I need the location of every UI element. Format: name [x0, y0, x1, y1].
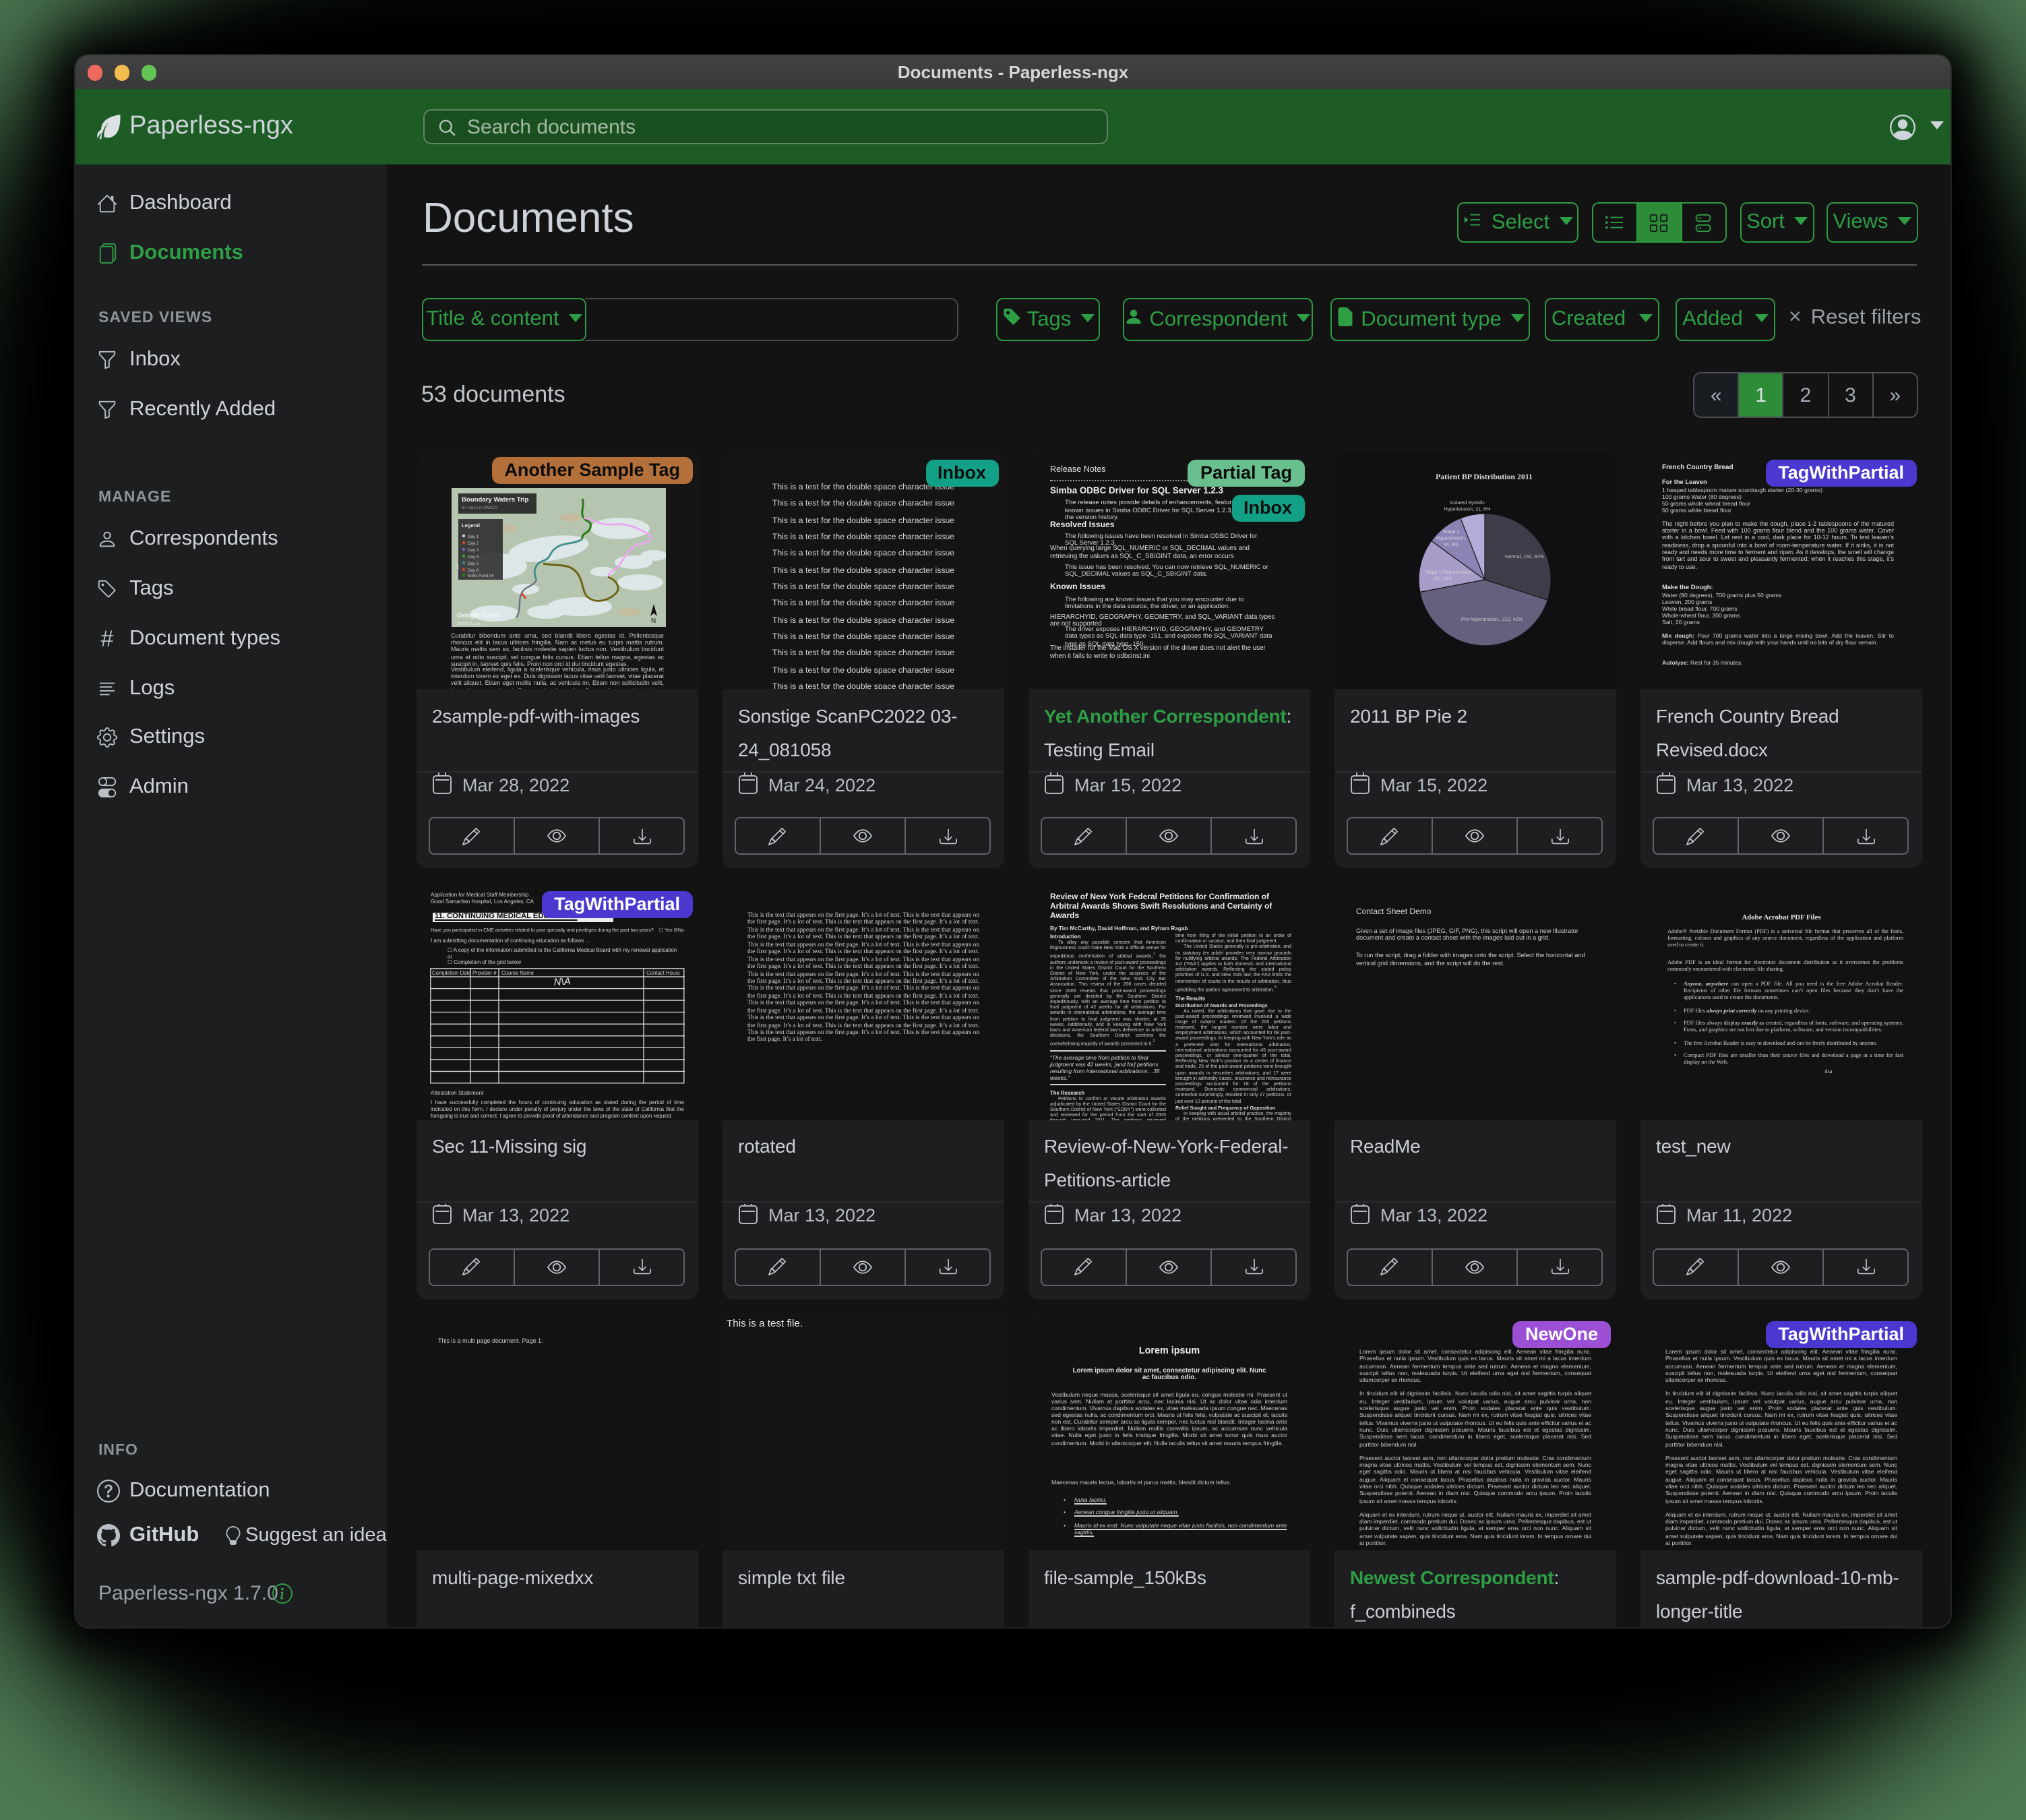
svg-text:N\A: N\A — [553, 975, 571, 988]
svg-text:Stage 1 Hypertension,: Stage 1 Hypertension, — [1425, 568, 1473, 574]
svg-text:Provider #: Provider # — [472, 970, 497, 976]
svg-text:Day 3: Day 3 — [467, 547, 479, 552]
svg-text:Hypertension,: Hypertension, — [1436, 534, 1466, 540]
svg-text:Patient BP Distribution 2011: Patient BP Distribution 2011 — [1436, 471, 1533, 481]
svg-text:Google Earth: Google Earth — [456, 611, 499, 619]
svg-text:Hypertension, 31, 6%: Hypertension, 31, 6% — [1444, 506, 1491, 512]
svg-text:Day 1: Day 1 — [467, 534, 479, 539]
svg-text:Isolated Systolic: Isolated Systolic — [1450, 499, 1485, 505]
svg-text:Day 2: Day 2 — [467, 541, 479, 545]
svg-text:Pre-hypertension., 212, 42%: Pre-hypertension., 212, 42% — [1461, 615, 1523, 621]
svg-text:Entry Point 54: Entry Point 54 — [467, 573, 493, 578]
svg-text:N: N — [650, 617, 655, 624]
svg-text:Normal, 150, 30%: Normal, 150, 30% — [1505, 553, 1544, 559]
svg-text:65, 13%: 65, 13% — [1434, 574, 1452, 580]
svg-text:Course Name: Course Name — [501, 970, 534, 976]
svg-text:6+ days in BWCA: 6+ days in BWCA — [461, 505, 497, 510]
svg-text:Completion Date: Completion Date — [432, 970, 471, 976]
svg-text:Day 5: Day 5 — [467, 561, 479, 566]
svg-text:Legend: Legend — [461, 522, 479, 528]
svg-text:Boundary Waters Trip: Boundary Waters Trip — [461, 495, 528, 503]
svg-text:Contact Hours: Contact Hours — [646, 970, 680, 976]
svg-text:Stage 2: Stage 2 — [1443, 528, 1460, 534]
svg-text:©2022 Google: ©2022 Google — [456, 621, 481, 626]
svg-text:Day 4: Day 4 — [467, 554, 479, 559]
svg-text:Day 6: Day 6 — [467, 568, 479, 572]
svg-text:44, 9%: 44, 9% — [1444, 541, 1459, 547]
